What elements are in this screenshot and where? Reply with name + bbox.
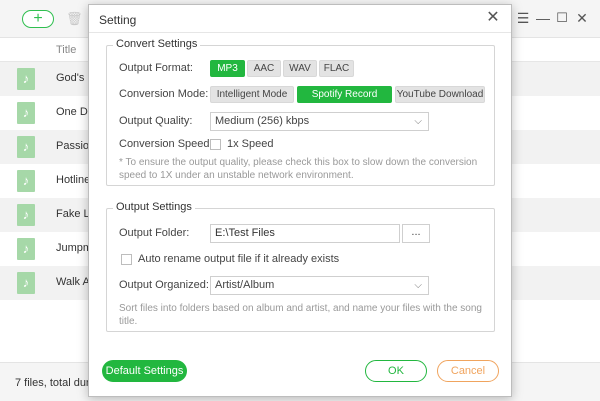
- music-note-icon: ♪: [17, 170, 35, 192]
- speed-note: * To ensure the output quality, please c…: [119, 157, 478, 181]
- output-settings-group: Output Settings Output Folder: E:\Test F…: [106, 201, 495, 332]
- cancel-button[interactable]: Cancel: [437, 360, 499, 382]
- music-note-icon: ♪: [17, 272, 35, 294]
- speed-option-label: 1x Speed: [227, 138, 274, 150]
- output-quality-label: Output Quality:: [119, 115, 193, 127]
- trash-icon[interactable]: 🗑: [66, 11, 83, 26]
- output-settings-legend: Output Settings: [113, 201, 195, 213]
- output-organized-value: Artist/Album: [215, 279, 275, 291]
- mode-spotify-record[interactable]: Spotify Record: [297, 86, 392, 103]
- music-note-icon: ♪: [17, 204, 35, 226]
- convert-settings-group: Convert Settings Output Format: MP3 AAC …: [106, 38, 495, 186]
- output-quality-select[interactable]: Medium (256) kbps ⌵: [210, 112, 429, 131]
- music-note-icon: ♪: [17, 68, 35, 90]
- chevron-down-icon: ⌵: [414, 116, 422, 127]
- divider: [89, 32, 511, 33]
- menu-icon[interactable]: ☰: [516, 11, 530, 25]
- auto-rename-label: Auto rename output file if it already ex…: [138, 253, 340, 265]
- conversion-speed-label: Conversion Speed:: [119, 138, 213, 150]
- output-folder-label: Output Folder:: [119, 227, 190, 239]
- column-title: Title: [56, 44, 77, 56]
- settings-dialog: Setting ✕ Convert Settings Output Format…: [88, 4, 512, 397]
- music-note-icon: ♪: [17, 102, 35, 124]
- output-quality-value: Medium (256) kbps: [215, 115, 310, 127]
- default-settings-button[interactable]: Default Settings: [102, 360, 187, 382]
- format-mp3[interactable]: MP3: [210, 60, 245, 77]
- auto-rename-checkbox[interactable]: [121, 254, 132, 265]
- minimize-icon[interactable]: —: [536, 11, 550, 25]
- close-window-icon[interactable]: ✕: [575, 11, 589, 25]
- speed-checkbox[interactable]: [210, 139, 221, 150]
- conversion-mode-label: Conversion Mode:: [119, 88, 209, 100]
- close-icon[interactable]: ✕: [485, 9, 501, 27]
- ok-button[interactable]: OK: [365, 360, 427, 382]
- output-format-label: Output Format:: [119, 62, 193, 74]
- format-flac[interactable]: FLAC: [319, 60, 354, 77]
- format-wav[interactable]: WAV: [283, 60, 317, 77]
- chevron-down-icon: ⌵: [414, 280, 422, 291]
- track-name: Hotline: [56, 174, 91, 186]
- convert-settings-legend: Convert Settings: [113, 38, 201, 50]
- mode-intelligent[interactable]: Intelligent Mode: [210, 86, 294, 103]
- maximize-icon[interactable]: ☐: [555, 11, 569, 25]
- dialog-title: Setting: [99, 13, 137, 27]
- music-note-icon: ♪: [17, 136, 35, 158]
- mode-youtube-download[interactable]: YouTube Download: [395, 86, 485, 103]
- format-aac[interactable]: AAC: [247, 60, 281, 77]
- music-note-icon: ♪: [17, 238, 35, 260]
- organized-note: Sort files into folders based on album a…: [119, 303, 482, 327]
- output-organized-label: Output Organized:: [119, 279, 209, 291]
- browse-button[interactable]: ...: [402, 224, 430, 243]
- output-folder-input[interactable]: E:\Test Files: [210, 224, 400, 243]
- add-button[interactable]: +: [22, 10, 54, 28]
- output-organized-select[interactable]: Artist/Album ⌵: [210, 276, 429, 295]
